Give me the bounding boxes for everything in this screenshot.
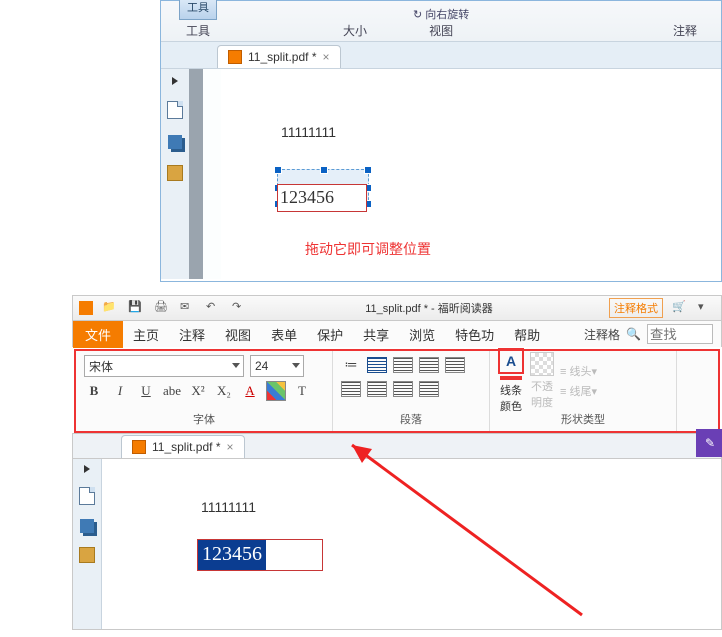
selected-text: 123456 [198,540,266,570]
tab-close-button[interactable]: × [323,50,330,64]
text-caret-area[interactable] [266,540,322,570]
text-effect-button[interactable]: T [292,382,312,400]
pdf-page[interactable]: 11111111 123456 拖动它即可调整位置 [221,69,721,279]
window-title: 11_split.pdf * - 福昕阅读器 [257,300,601,316]
window-titlebar: 📁 💾 🖨 ✉ ↶ ↷ 11_split.pdf * - 福昕阅读器 注释格式 … [72,295,722,321]
menu-protect[interactable]: 保护 [307,321,353,348]
menu-help[interactable]: 帮助 [504,321,550,348]
shape-group-label: 形状类型 [498,411,668,427]
indent-dec-button[interactable] [341,381,361,397]
textbox-annotation[interactable]: 123456 [277,184,367,212]
bold-button[interactable]: B [84,382,104,400]
menu-bar: 文件 主页 注释 视图 表单 保护 共享 浏览 特色功 帮助 注释格 🔍 [72,321,722,347]
paragraph-group: ≔ 段落 [333,351,490,431]
subscript-button[interactable]: X₂ [214,382,234,400]
align-left-button[interactable] [367,357,387,373]
expand-icon[interactable] [84,465,90,473]
annot-label: 注释 [673,22,697,39]
format-ribbon-highlight: 宋体 24 B I U abe X² X₂ A T 字体 ≔ [74,349,720,433]
instruction-text: 拖动它即可调整位置 [305,239,431,259]
font-size-combo[interactable]: 24 [250,355,304,377]
layers-icon[interactable] [80,519,94,533]
font-group: 宋体 24 B I U abe X² X₂ A T 字体 [76,351,333,431]
page-text: 11111111 [281,124,336,140]
menu-browse[interactable]: 浏览 [399,321,445,348]
redo-icon[interactable]: ↷ [231,299,249,317]
menu-view[interactable]: 视图 [215,321,261,348]
pdf-page[interactable]: 11111111 123456 [113,459,721,629]
highlight-color-button[interactable] [266,381,286,401]
arrowhead-combo[interactable]: ≡ 线头▾ [560,363,597,379]
document-tab-strip: 11_split.pdf * × [161,42,721,69]
indent-inc-button[interactable] [367,381,387,397]
search-input[interactable] [647,324,713,344]
tab-title: 11_split.pdf * [152,440,221,454]
screenshot-top: 工具 工具 大小 ↻ 向右旋转 视图 注释 11_split.pdf * × [160,0,722,282]
pages-icon[interactable] [79,487,95,505]
annotation-format-tag[interactable]: 注释格式 [609,298,663,318]
menu-home[interactable]: 主页 [123,321,169,348]
page-text: 11111111 [201,499,256,515]
bullet-list-button[interactable]: ≔ [341,356,361,374]
opacity-button[interactable]: 不透 明度 [530,352,554,410]
valign-button[interactable] [419,381,439,397]
document-tab-strip: 11_split.pdf * × [72,433,722,459]
page-shadow [189,69,203,279]
superscript-button[interactable]: X² [188,382,208,400]
print-icon[interactable]: 🖨 [153,299,171,317]
shape-group: A 线条 颜色 不透 明度 ≡ 线头▾ ≡ 线尾▾ 形状类型 [490,351,677,431]
tools-button[interactable]: 工具 [179,0,217,20]
pages-icon[interactable] [167,101,183,119]
comments-icon[interactable] [167,165,183,181]
menu-annotate[interactable]: 注释 [169,321,215,348]
line-spacing-button[interactable] [393,381,413,397]
side-panel [73,459,102,629]
document-tab[interactable]: 11_split.pdf * × [121,435,245,458]
document-area: 11111111 123456 拖动它即可调整位置 [161,69,721,279]
font-group-label: 字体 [84,411,324,427]
menu-share[interactable]: 共享 [353,321,399,348]
tab-close-button[interactable]: × [227,440,234,454]
side-tool-button[interactable]: ✎ [696,429,722,457]
pdf-icon [132,440,146,454]
underline-button[interactable]: U [136,382,156,400]
align-right-button[interactable] [419,357,439,373]
undo-icon[interactable]: ↶ [205,299,223,317]
annotation-format-tab[interactable]: 注释格 [584,326,620,343]
font-family-combo[interactable]: 宋体 [84,355,244,377]
rotate-right-button[interactable]: ↻ 向右旋转 [413,6,469,22]
mail-icon[interactable]: ✉ [179,299,197,317]
size-label: 大小 [343,22,367,39]
strike-button[interactable]: abe [162,382,182,400]
line-color-button[interactable]: A 线条 颜色 [498,348,524,414]
ribbon: 工具 工具 大小 ↻ 向右旋转 视图 注释 [161,1,721,42]
screenshot-bottom: 📁 💾 🖨 ✉ ↶ ↷ 11_split.pdf * - 福昕阅读器 注释格式 … [72,295,722,635]
paragraph-group-label: 段落 [341,411,481,427]
document-area: 11111111 123456 [72,459,722,630]
search-icon[interactable]: 🔍 [626,327,641,341]
comments-icon[interactable] [79,547,95,563]
side-panel [161,69,190,279]
expand-icon[interactable] [172,77,178,85]
align-justify-button[interactable] [445,357,465,373]
arrowtail-combo[interactable]: ≡ 线尾▾ [560,383,597,399]
font-color-button[interactable]: A [240,382,260,400]
more-icon[interactable]: ▾ [697,299,715,317]
menu-file[interactable]: 文件 [73,321,123,348]
align-center-button[interactable] [393,357,413,373]
cart-icon[interactable]: 🛒 [671,299,689,317]
save-icon[interactable]: 💾 [127,299,145,317]
open-icon[interactable]: 📁 [101,299,119,317]
pdf-icon [228,50,242,64]
menu-feature[interactable]: 特色功 [445,321,504,348]
menu-form[interactable]: 表单 [261,321,307,348]
app-icon [79,301,93,315]
tools-label: 工具 [186,22,210,39]
tab-title: 11_split.pdf * [248,50,317,64]
layers-icon[interactable] [168,135,182,149]
view-label: 视图 [429,22,453,39]
document-tab[interactable]: 11_split.pdf * × [217,45,341,68]
textbox-editing[interactable]: 123456 [197,539,323,571]
italic-button[interactable]: I [110,382,130,400]
